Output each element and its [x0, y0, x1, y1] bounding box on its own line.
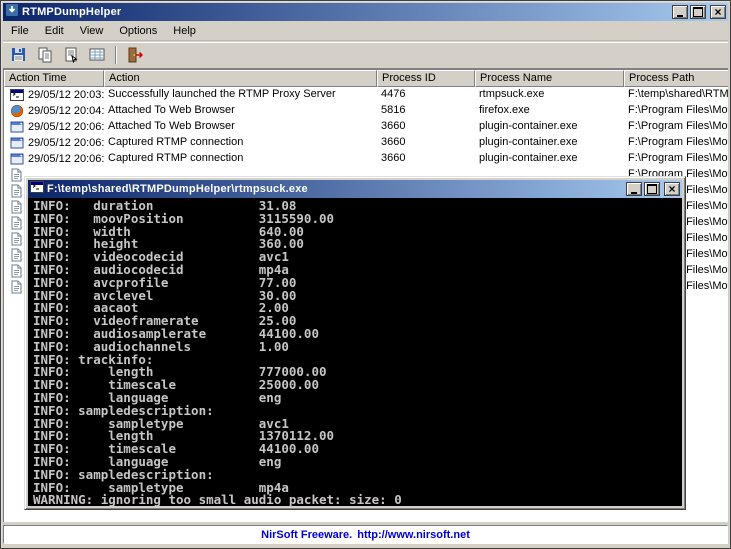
cell-name: firefox.exe [479, 104, 530, 116]
cell-name: rtmpsuck.exe [479, 88, 545, 100]
report-button[interactable] [85, 44, 109, 66]
console-output: INFO: duration 31.08 INFO: moovPosition … [33, 198, 402, 506]
page-icon [10, 200, 23, 214]
menu-item-options[interactable]: Options [111, 22, 165, 40]
save-button[interactable] [7, 44, 31, 66]
table-row[interactable]: 29/05/12 20:06:27 Captured RTMP connectio… [4, 151, 728, 167]
copy-icon [37, 47, 53, 63]
close-button[interactable] [710, 5, 726, 19]
cell-name: plugin-container.exe [479, 136, 578, 148]
page-icon [10, 248, 23, 262]
cell-path: F:\Program Files\Mo [628, 152, 728, 164]
table-row[interactable]: 29/05/12 20:06:14 Attached To Web Browser… [4, 119, 728, 135]
console-icon [10, 88, 24, 102]
window-icon [10, 152, 24, 166]
status-link[interactable]: http://www.nirsoft.net [357, 529, 470, 541]
cell-action: Captured RTMP connection [108, 152, 244, 164]
menu-item-view[interactable]: View [72, 22, 112, 40]
console-window-controls [626, 182, 680, 196]
column-header-process-name[interactable]: Process Name [475, 70, 624, 87]
cell-path: F:\Program Files\Mo [628, 120, 728, 132]
window-controls [672, 5, 726, 19]
cell-pid: 3660 [381, 120, 406, 132]
console-window: F:\temp\shared\RTMPDumpHelper\rtmpsuck.e… [24, 176, 686, 510]
cell-action: Attached To Web Browser [108, 104, 235, 116]
maximize-button[interactable] [690, 5, 706, 19]
menu-item-edit[interactable]: Edit [37, 22, 72, 40]
copy-button[interactable] [33, 44, 57, 66]
cmd-icon [30, 180, 44, 199]
save-icon [11, 47, 27, 63]
cell-action: Attached To Web Browser [108, 120, 235, 132]
console-minimize-button[interactable] [626, 182, 642, 196]
report-icon [89, 47, 105, 63]
column-header-process-path[interactable]: Process Path [624, 70, 728, 87]
column-header-action-time[interactable]: Action Time [4, 70, 104, 87]
properties-button[interactable] [59, 44, 83, 66]
menu-item-help[interactable]: Help [165, 22, 204, 40]
table-row[interactable]: 29/05/12 20:04:15 Attached To Web Browser… [4, 103, 728, 119]
exit-icon [127, 47, 143, 63]
main-titlebar: RTMPDumpHelper [3, 3, 728, 21]
cell-time: 29/05/12 20:06:27 [4, 135, 104, 151]
menu-bar: File Edit View Options Help [3, 21, 728, 41]
exit-button[interactable] [123, 44, 147, 66]
table-row[interactable]: 29/05/12 20:03:50 Successfully launched t… [4, 87, 728, 103]
cell-time: 29/05/12 20:06:27 [4, 151, 104, 167]
properties-icon [63, 47, 79, 63]
cell-pid: 3660 [381, 152, 406, 164]
cell-path: F:\Program Files\Mo [628, 104, 728, 116]
column-header-action[interactable]: Action [104, 70, 377, 87]
page-icon [10, 184, 23, 198]
console-maximize-button[interactable] [644, 182, 660, 196]
status-text: NirSoft Freeware. [261, 528, 353, 541]
cell-pid: 3660 [381, 136, 406, 148]
page-icon [10, 216, 23, 230]
cell-time: 29/05/12 20:03:50 [4, 87, 104, 103]
status-bar: NirSoft Freeware. http://www.nirsoft.net [3, 525, 728, 544]
cell-time: 29/05/12 20:06:14 [4, 119, 104, 135]
page-icon [10, 232, 23, 246]
cell-pid: 4476 [381, 88, 406, 100]
page-icon [10, 168, 23, 182]
window-icon [10, 136, 24, 150]
list-header: Action Time Action Process ID Process Name P… [4, 70, 728, 87]
cell-pid: 5816 [381, 104, 406, 116]
toolbar [3, 42, 728, 69]
toolbar-separator [115, 46, 117, 64]
window-icon [10, 120, 24, 134]
action-time-text: 29/05/12 20:06:14 [28, 120, 104, 133]
cell-time: 29/05/12 20:04:15 [4, 103, 104, 119]
app-icon [5, 3, 19, 22]
page-icon [10, 264, 23, 278]
console-title: F:\temp\shared\RTMPDumpHelper\rtmpsuck.e… [47, 183, 308, 195]
console-close-button[interactable] [664, 182, 680, 196]
action-time-text: 29/05/12 20:03:50 [28, 88, 104, 101]
console-client: INFO: duration 31.08 INFO: moovPosition … [28, 198, 682, 506]
page-icon [10, 280, 23, 294]
action-time-text: 29/05/12 20:04:15 [28, 104, 104, 117]
firefox-icon [10, 104, 24, 118]
console-titlebar: F:\temp\shared\RTMPDumpHelper\rtmpsuck.e… [28, 180, 682, 198]
minimize-button[interactable] [672, 5, 688, 19]
window-title: RTMPDumpHelper [22, 6, 122, 18]
action-time-text: 29/05/12 20:06:27 [28, 136, 104, 149]
menu-item-file[interactable]: File [3, 22, 37, 40]
table-row[interactable]: 29/05/12 20:06:27 Captured RTMP connectio… [4, 135, 728, 151]
cell-path: F:\Program Files\Mo [628, 136, 728, 148]
cell-name: plugin-container.exe [479, 152, 578, 164]
column-header-process-id[interactable]: Process ID [377, 70, 475, 87]
cell-path: F:\temp\shared\RTM [628, 88, 728, 100]
cell-name: plugin-container.exe [479, 120, 578, 132]
cell-action: Captured RTMP connection [108, 136, 244, 148]
cell-action: Successfully launched the RTMP Proxy Ser… [108, 88, 336, 100]
action-time-text: 29/05/12 20:06:27 [28, 152, 104, 165]
